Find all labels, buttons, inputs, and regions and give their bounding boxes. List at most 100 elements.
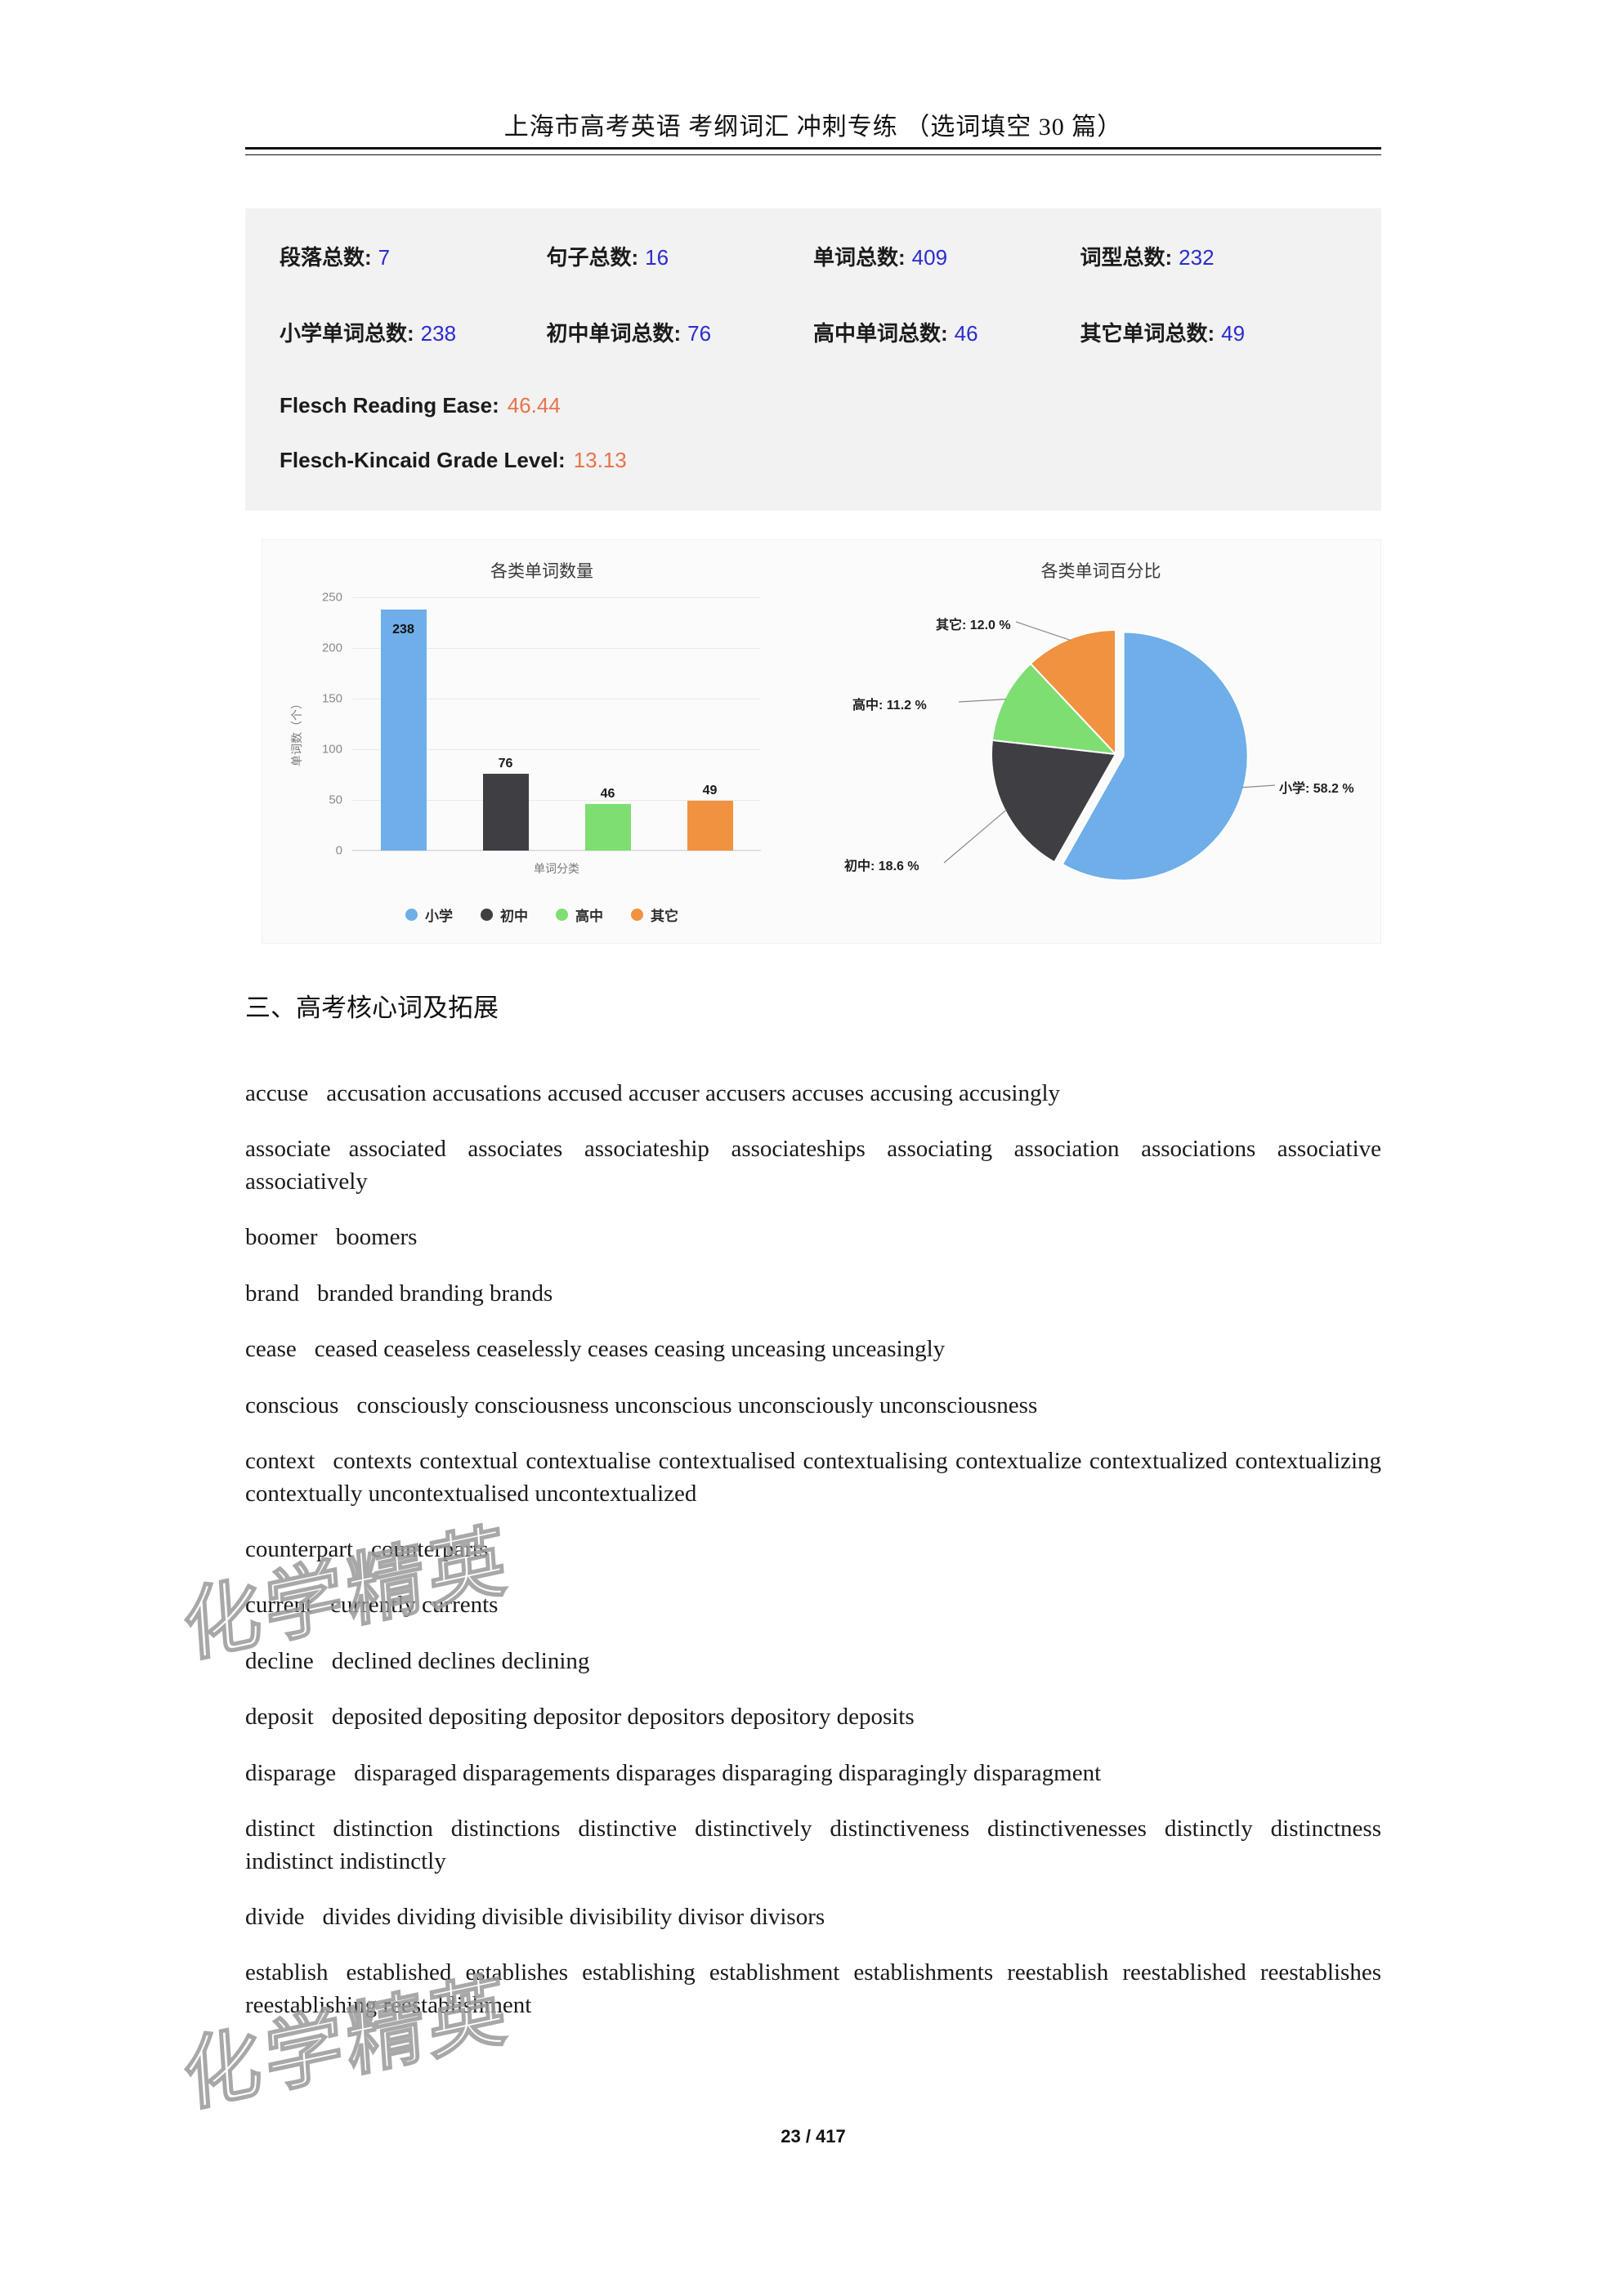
word-entry-forms: distinction distinctions distinctive dis… <box>245 1816 1381 1874</box>
bar-chart-bar: 49 <box>687 597 733 851</box>
word-entry-headword: decline <box>245 1647 314 1674</box>
bar-chart-legend-label: 高中 <box>575 909 603 924</box>
bar-chart-legend-label: 初中 <box>500 909 528 924</box>
legend-color-dot-icon <box>631 909 643 921</box>
stat-value: 76 <box>687 321 712 346</box>
word-entry: accuse accusation accusations accused acc… <box>245 1078 1381 1110</box>
bar-chart-legend-item: 高中 <box>556 905 603 925</box>
stat-label: 段落总数: <box>280 245 372 270</box>
word-entry-forms: established establishes establishing est… <box>245 1959 1381 2018</box>
word-entry: decline declined declines declining <box>245 1646 1381 1677</box>
word-entry-forms: boomers <box>335 1224 418 1251</box>
word-entry-forms: branded branding brands <box>317 1280 553 1307</box>
pie-chart-slice-label: 初中: 18.6 % <box>844 860 919 873</box>
word-entry-headword: associate <box>245 1136 331 1163</box>
word-entry: cease ceased ceaseless ceaselessly ceases… <box>245 1333 1381 1365</box>
word-entry-forms: contexts contextual contextualise contex… <box>245 1448 1381 1507</box>
word-entry-forms: deposited depositing depositor depositor… <box>331 1704 915 1731</box>
bar-chart-y-tick: 150 <box>321 691 342 706</box>
stat-value: 7 <box>378 245 391 270</box>
bar-chart-bar: 238 <box>380 597 427 851</box>
word-entry-headword: current <box>245 1592 313 1619</box>
page-header: 上海市高考英语 考纲词汇 冲刺专练 （选词填空 30 篇） <box>245 106 1381 142</box>
word-entry-headword: counterpart <box>245 1535 354 1562</box>
bar-chart-bar-rect <box>584 803 631 851</box>
stat-label: 高中单词总数: <box>813 321 948 346</box>
bar-chart-x-axis-label: 单词分类 <box>534 862 579 875</box>
word-entry-headword: divide <box>245 1904 305 1930</box>
word-entry-forms: currently currents <box>330 1592 499 1619</box>
word-entry-forms: consciously consciousness unconscious un… <box>356 1391 1038 1418</box>
bar-chart-value-label: 238 <box>392 622 414 637</box>
pie-chart-slice-label: 其它: 12.0 % <box>936 619 1011 632</box>
stat-paragraph-count: 段落总数: 7 <box>280 241 547 271</box>
flesch-kincaid-grade-label: Flesch-Kincaid Grade Level: <box>280 448 566 472</box>
pie-chart-svg <box>943 621 1276 882</box>
bar-chart-title: 各类单词数量 <box>490 562 593 581</box>
word-entry-headword: context <box>245 1448 315 1475</box>
word-entry: current currently currents <box>245 1589 1381 1621</box>
bar-chart-y-tick: 0 <box>335 843 342 858</box>
pie-chart-slice-label: 小学: 58.2 % <box>1279 782 1354 796</box>
bar-chart-legend-item: 其它 <box>631 905 678 925</box>
word-entry: counterpart counterparts <box>245 1534 1381 1566</box>
word-entry: boomer boomers <box>245 1222 1381 1253</box>
flesch-kincaid-grade-row: Flesch-Kincaid Grade Level: 13.13 <box>245 448 1381 473</box>
statistics-panel: 段落总数: 7 句子总数: 16 单词总数: 409 词型总数: 232 小学单词总数:… <box>245 208 1381 511</box>
pie-chart-leader-line <box>1015 621 1071 641</box>
word-entry: disparage disparaged disparagements dispa… <box>245 1758 1381 1789</box>
bar-chart-y-tick: 100 <box>321 742 342 757</box>
pie-chart: 各类单词百分比 小学: 58.2 % 初中: 18.6 % 高中: 11.2 % 其它… <box>821 540 1380 943</box>
stat-label: 其它单词总数: <box>1080 321 1215 346</box>
pie-chart-leader-line <box>958 699 1006 703</box>
word-entry-forms: divides dividing divisible divisibility … <box>322 1904 825 1930</box>
bar-chart: 各类单词数量 单词数（个） 0 50 100 150 200 250 238 76 46 49 … <box>262 540 821 943</box>
bar-chart-bar-rect <box>687 801 733 851</box>
stat-value: 238 <box>420 321 457 346</box>
word-entry-forms: ceased ceaseless ceaselessly ceases ceas… <box>314 1336 946 1363</box>
word-entry-headword: cease <box>245 1336 297 1363</box>
stat-label: 词型总数: <box>1080 245 1173 270</box>
word-entry-headword: distinct <box>245 1816 315 1843</box>
stat-label: 初中单词总数: <box>546 321 682 346</box>
bar-chart-bar: 46 <box>584 597 631 851</box>
bar-chart-legend-label: 其它 <box>651 909 678 924</box>
bar-chart-legend-item: 初中 <box>481 905 528 925</box>
word-entry: deposit deposited depositing depositor de… <box>245 1701 1381 1733</box>
bar-chart-bar: 76 <box>482 597 529 851</box>
legend-color-dot-icon <box>556 909 568 921</box>
pie-chart-leader-line <box>943 809 1007 864</box>
stat-wordtype-count: 词型总数: 232 <box>1080 241 1348 271</box>
word-entry-forms: accusation accusations accused accuser a… <box>326 1080 1061 1106</box>
stat-value: 409 <box>911 245 948 270</box>
header-divider <box>245 147 1381 155</box>
stat-label: 单词总数: <box>813 245 906 270</box>
charts-panel: 各类单词数量 单词数（个） 0 50 100 150 200 250 238 76 46 49 … <box>262 539 1381 944</box>
word-entry: brand branded branding brands <box>245 1278 1381 1310</box>
word-entry-forms: associated associates associateship asso… <box>245 1136 1381 1195</box>
legend-color-dot-icon <box>405 909 418 921</box>
stat-value: 46 <box>954 321 978 346</box>
bar-chart-bar-rect <box>482 773 529 851</box>
stats-row-levels: 小学单词总数: 238 初中单词总数: 76 高中单词总数: 46 其它单词总数: 49 <box>245 317 1381 347</box>
stat-other-words: 其它单词总数: 49 <box>1080 317 1348 347</box>
word-entry-headword: establish <box>245 1959 329 1986</box>
stat-value: 49 <box>1221 321 1246 346</box>
word-entry: context contexts contextual contextualise… <box>245 1445 1381 1510</box>
page-title: 三、高考核心词及拓展 <box>245 994 499 1022</box>
word-entry-headword: boomer <box>245 1224 318 1251</box>
word-entry: conscious consciously consciousness uncon… <box>245 1390 1381 1422</box>
word-entry-list: accuse accusation accusations accused acc… <box>245 1054 1381 2039</box>
document-title: 上海市高考英语 考纲词汇 冲刺专练 （选词填空 30 篇） <box>503 114 1123 141</box>
stat-sentence-count: 句子总数: 16 <box>547 241 814 271</box>
stat-value: 232 <box>1179 245 1215 270</box>
flesch-reading-ease-value: 46.44 <box>507 393 561 418</box>
word-entry-forms: disparaged disparagements disparages dis… <box>354 1759 1102 1786</box>
word-entry: associate associated associates associate… <box>245 1133 1381 1198</box>
bar-chart-plot-area: 0 50 100 150 200 250 238 76 46 49 <box>322 591 761 858</box>
bar-chart-bar-rect <box>380 609 427 851</box>
bar-chart-legend-label: 小学 <box>425 909 453 924</box>
bar-chart-value-label: 49 <box>702 784 718 798</box>
bar-chart-y-tick: 50 <box>329 793 342 807</box>
word-entry: divide divides dividing divisible divisib… <box>245 1901 1381 1933</box>
